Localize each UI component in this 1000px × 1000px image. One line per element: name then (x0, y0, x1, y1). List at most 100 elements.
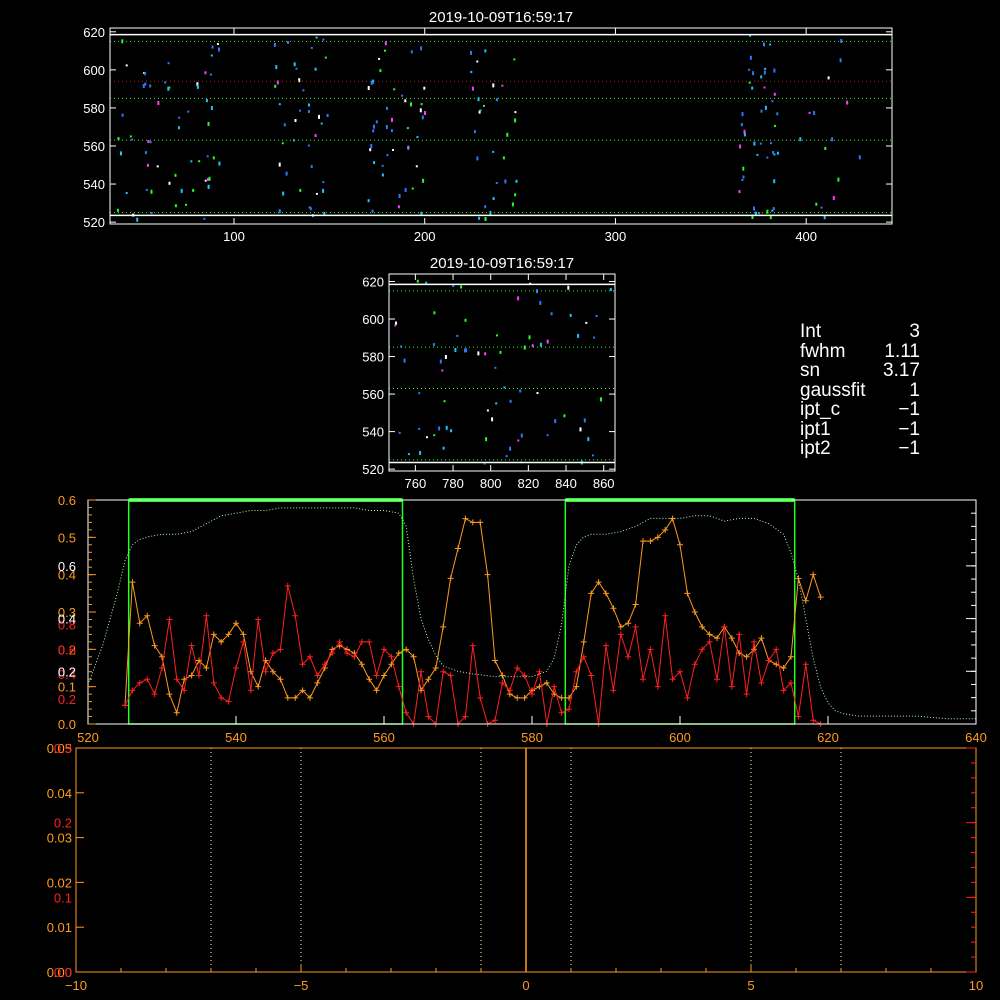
pixel-dot (392, 149, 394, 151)
y-tick-label: 540 (83, 177, 105, 192)
pixel-dot (273, 42, 276, 47)
pixel-dot (299, 188, 302, 192)
pixel-dot (439, 359, 442, 364)
red-data-point (469, 642, 476, 649)
pixel-dot (326, 114, 329, 117)
orange-data-point (817, 594, 824, 601)
pixel-dot (415, 165, 418, 168)
orange-data-point (728, 635, 735, 642)
pixel-dot (167, 86, 170, 91)
red-data-point (403, 709, 410, 716)
orange-data-point (240, 631, 247, 638)
red-data-point (558, 709, 565, 716)
pixel-dot (375, 120, 378, 124)
red-data-point (196, 672, 202, 679)
orange-data-point (462, 515, 469, 522)
red-data-point (284, 582, 291, 589)
profile-plot-panel: 520 540 560 580 600 620 6400.00.10.20.30.40.50… (58, 493, 987, 745)
pixel-dot (569, 313, 572, 317)
pixel-dot (773, 179, 776, 184)
pixel-dot (287, 41, 289, 44)
pixel-dot (609, 288, 612, 291)
pixel-dot (310, 165, 313, 169)
y-tick-label: 520 (83, 215, 105, 230)
pixel-dot (149, 141, 152, 144)
pixel-dot (464, 318, 467, 322)
y-tick-label: 520 (362, 462, 384, 477)
red-data-point (566, 706, 572, 713)
pixel-dot (315, 36, 318, 39)
pixel-dot (593, 336, 596, 339)
pixel-dot (397, 205, 400, 209)
info-row-ipt1: ipt1 −1 (800, 419, 920, 440)
info-value: 1.11 (884, 340, 920, 362)
pixel-dot (520, 433, 523, 438)
pixel-dot (585, 321, 588, 324)
pixel-dot (278, 162, 281, 167)
pixel-dot (149, 84, 152, 88)
orange-data-point (788, 653, 794, 660)
y-tick-label: 560 (362, 387, 384, 402)
pixel-dot (419, 108, 422, 113)
red-data-point (751, 638, 757, 645)
y-tick-label: 0.0 (58, 717, 76, 732)
pixel-dot (211, 45, 214, 49)
red-data-point (617, 631, 624, 638)
red-data-point (418, 668, 424, 675)
x-tick-label: −5 (294, 978, 309, 993)
x-tick-label: 200 (414, 229, 436, 244)
pixel-dot (164, 81, 167, 84)
pixel-dot (285, 171, 288, 176)
pixel-dot (401, 94, 404, 97)
pixel-dot (454, 348, 457, 352)
pixel-dot (771, 209, 774, 212)
pixel-dot (322, 181, 325, 184)
red-data-point (802, 661, 809, 668)
pixel-dot (174, 173, 177, 177)
info-value: −1 (898, 438, 920, 459)
pixel-dot (192, 188, 195, 192)
pixel-dot (150, 189, 153, 194)
pixel-dot (517, 296, 520, 301)
pixel-dot (406, 127, 409, 130)
pixel-dot (378, 57, 381, 60)
pixel-dot (799, 137, 802, 142)
pixel-dot (421, 115, 424, 120)
red-data-point (144, 676, 151, 683)
pixel-dot (769, 216, 772, 220)
pixel-dot (425, 281, 428, 284)
pixel-dot (753, 141, 756, 146)
pixel-dot (515, 179, 518, 183)
pixel-dot (743, 129, 746, 134)
pixel-dot (484, 352, 487, 356)
pixel-dot (477, 97, 480, 102)
pixel-dot (295, 67, 298, 70)
pixel-dot (145, 188, 148, 191)
pixel-dot (477, 351, 480, 356)
pixel-dot (579, 427, 582, 432)
pixel-dot (846, 100, 849, 105)
orange-data-point (780, 665, 787, 671)
red-data-point (684, 694, 691, 701)
pixel-dot (595, 315, 598, 317)
x-tick-label: 560 (373, 730, 395, 745)
pixel-dot (322, 188, 325, 193)
pixel-dot (410, 50, 413, 54)
pixel-dot (208, 176, 211, 181)
pixel-dot (509, 399, 512, 403)
pixel-dot (419, 451, 422, 455)
pixel-dot (418, 392, 421, 395)
red-data-point (336, 638, 343, 645)
pixel-dot (763, 70, 766, 75)
pixel-dot (420, 46, 423, 51)
orange-data-point (625, 620, 632, 627)
pixel-dot (390, 129, 393, 133)
pixel-dot (471, 86, 474, 91)
pixel-dot (820, 206, 823, 209)
pixel-dot (766, 156, 769, 159)
orange-data-point (492, 657, 498, 664)
pixel-dot (398, 194, 401, 198)
pixel-dot (404, 99, 407, 103)
orange-data-point (395, 650, 402, 657)
pixel-dot (766, 209, 769, 214)
